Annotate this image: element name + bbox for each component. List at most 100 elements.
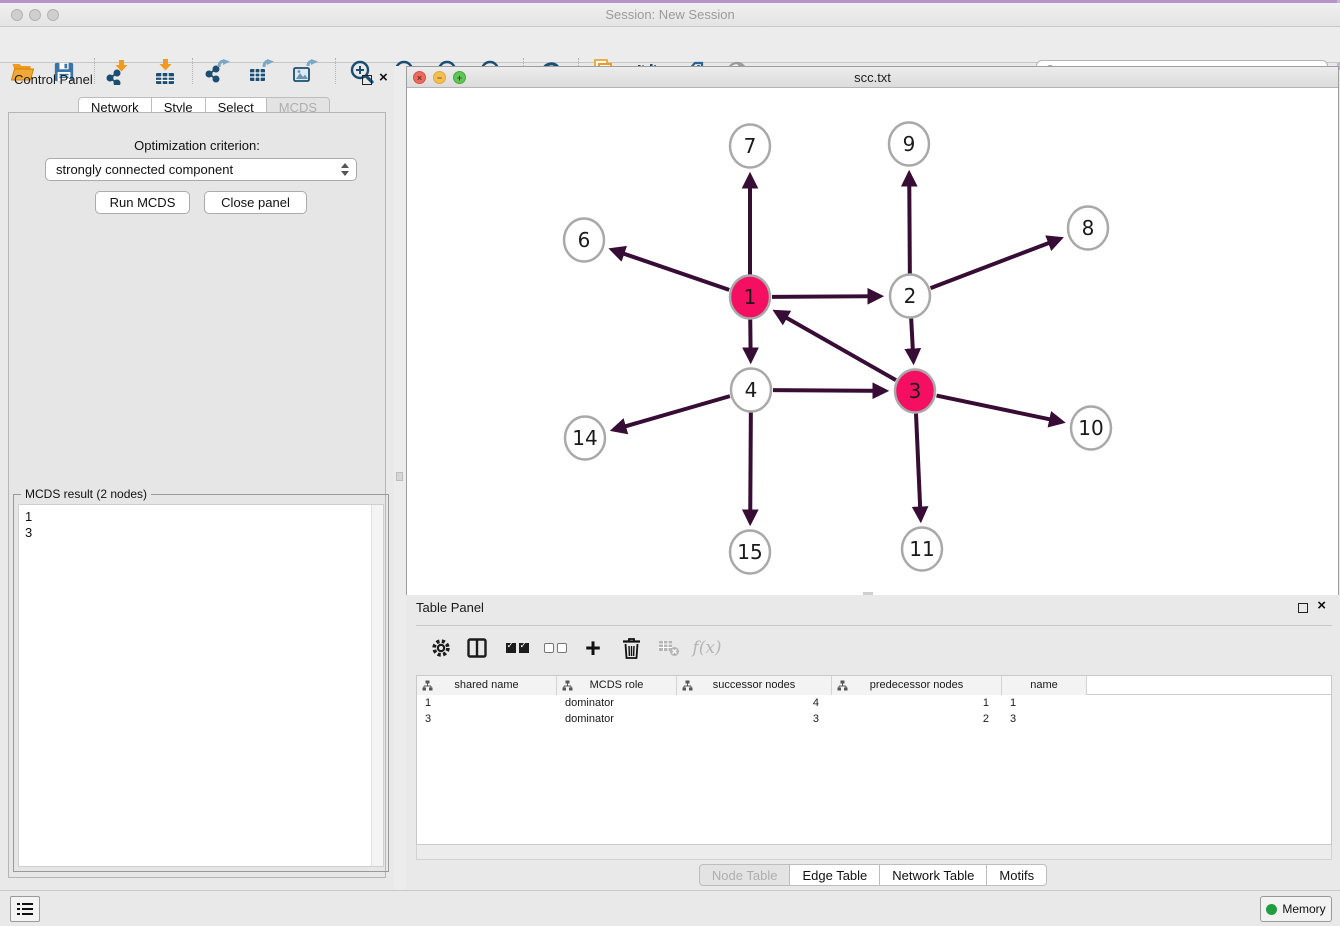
panel-splitter[interactable] [394,66,406,890]
criterion-select[interactable]: strongly connected component [45,158,357,181]
close-panel-icon[interactable]: × [379,69,388,87]
memory-status-icon [1266,904,1277,915]
float-panel-icon[interactable] [362,75,372,85]
graph-node-6[interactable]: 6 [564,219,604,262]
criterion-select-value: strongly connected component [56,162,233,177]
function-builder-icon[interactable]: f(x) [694,635,720,661]
table-toolbar: + f(x) [416,625,1332,669]
edge-1-2[interactable] [772,296,880,297]
cell-shared-name[interactable]: 1 [417,695,557,711]
table-horizontal-scrollbar[interactable] [416,845,1332,860]
column-type-icon [562,680,573,691]
status-bar: Memory [0,890,1340,926]
tab-motifs[interactable]: Motifs [987,864,1047,886]
table-row[interactable]: 3 dominator 3 2 3 [417,711,1331,727]
cell-successor-nodes[interactable]: 4 [677,695,832,711]
cell-name[interactable]: 3 [1002,711,1087,727]
cell-name[interactable]: 1 [1002,695,1087,711]
column-type-icon [837,680,848,691]
tab-node-table[interactable]: Node Table [699,864,791,886]
edge-4-15[interactable] [750,412,751,522]
svg-text:7: 7 [744,134,757,158]
graph-node-7[interactable]: 7 [730,125,770,168]
run-mcds-button[interactable]: Run MCDS [95,191,190,214]
graph-node-14[interactable]: 14 [565,417,605,460]
edge-2-3[interactable] [911,318,913,361]
edge-1-6[interactable] [612,250,729,290]
graph-node-2[interactable]: 2 [890,275,930,318]
node-table: shared name MCDS role successor nodes pr… [416,675,1332,845]
mcds-tab-content: Optimization criterion: strongly connect… [8,112,386,878]
network-window-title: scc.txt [407,70,1338,85]
graph-node-1[interactable]: 1 [730,276,770,319]
graph-node-8[interactable]: 8 [1068,207,1108,250]
delete-table-icon[interactable] [656,635,682,661]
select-updown-icon [341,163,349,176]
list-icon [17,903,33,906]
result-line: 3 [25,525,383,541]
mcds-result-title: MCDS result (2 nodes) [21,487,151,501]
delete-row-trash-icon[interactable] [618,635,644,661]
svg-text:3: 3 [909,379,922,403]
svg-text:1: 1 [744,285,757,309]
column-header-predecessor-nodes[interactable]: predecessor nodes [832,676,1002,695]
table-panel: Table Panel × + f(x) [406,595,1340,890]
table-header-row: shared name MCDS role successor nodes pr… [417,676,1331,695]
control-panel-title: Control Panel [14,72,93,87]
network-canvas[interactable]: 7 9 6 8 1 2 4 3 14 10 15 11 [407,88,1338,596]
edge-3-11[interactable] [916,413,921,519]
result-line: 1 [25,509,383,525]
graph-node-4[interactable]: 4 [731,369,771,412]
column-header-mcds-role[interactable]: MCDS role [557,676,677,695]
svg-text:8: 8 [1082,216,1095,240]
result-scrollbar[interactable] [371,505,383,866]
edge-3-10[interactable] [937,396,1062,422]
column-header-shared-name[interactable]: shared name [417,676,557,695]
cell-successor-nodes[interactable]: 3 [677,711,832,727]
network-window-titlebar[interactable]: × − + scc.txt [407,67,1338,88]
svg-text:14: 14 [572,426,597,450]
mcds-result-textarea[interactable]: 1 3 [18,504,384,867]
svg-text:9: 9 [903,132,916,156]
cell-predecessor-nodes[interactable]: 2 [832,711,1002,727]
optimization-criterion-label: Optimization criterion: [9,138,385,153]
svg-text:4: 4 [745,378,758,402]
deselect-all-icon[interactable] [542,635,568,661]
tab-edge-table[interactable]: Edge Table [790,864,880,886]
settings-gear-icon[interactable] [428,635,454,661]
cell-predecessor-nodes[interactable]: 1 [832,695,1002,711]
edge-3-1[interactable] [776,312,896,380]
edge-4-14[interactable] [614,396,730,430]
cell-shared-name[interactable]: 3 [417,711,557,727]
splitter-grip[interactable] [396,472,403,481]
graph-node-11[interactable]: 11 [902,528,942,571]
network-view-window: × − + scc.txt 7 9 6 8 1 2 4 3 14 10 15 11 [406,66,1339,597]
add-row-icon[interactable]: + [580,635,606,661]
table-row[interactable]: 1 dominator 4 1 1 [417,695,1331,711]
svg-text:11: 11 [909,537,934,561]
table-panel-title: Table Panel [416,600,484,615]
svg-text:2: 2 [904,284,917,308]
control-panel: Control Panel × Network Style Select MCD… [0,66,394,890]
edge-4-3[interactable] [773,390,885,391]
memory-button[interactable]: Memory [1260,896,1332,922]
edge-2-9[interactable] [909,174,910,274]
task-history-button[interactable] [10,896,40,922]
memory-label: Memory [1282,902,1325,916]
table-float-panel-icon[interactable] [1298,603,1308,613]
graph-node-15[interactable]: 15 [730,531,770,574]
tab-network-table[interactable]: Network Table [880,864,987,886]
table-type-tabs: Node Table Edge Table Network Table Moti… [406,864,1340,886]
close-panel-button[interactable]: Close panel [204,191,307,214]
graph-node-3[interactable]: 3 [895,370,935,413]
column-chooser-icon[interactable] [464,635,490,661]
column-header-successor-nodes[interactable]: successor nodes [677,676,832,695]
column-header-name[interactable]: name [1002,676,1087,695]
graph-node-10[interactable]: 10 [1071,407,1111,450]
table-close-panel-icon[interactable]: × [1317,597,1326,615]
graph-node-9[interactable]: 9 [889,123,929,166]
edge-2-8[interactable] [931,239,1060,288]
select-all-icon[interactable] [504,635,530,661]
cell-mcds-role[interactable]: dominator [557,695,677,711]
cell-mcds-role[interactable]: dominator [557,711,677,727]
